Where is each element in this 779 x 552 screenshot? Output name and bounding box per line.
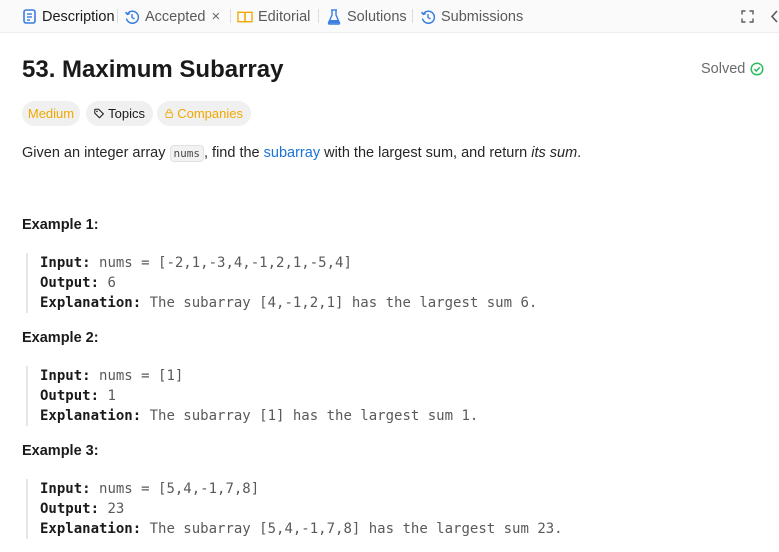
companies-button[interactable]: Companies [157, 101, 251, 126]
example-2-title: Example 2: [22, 330, 99, 346]
explanation-label: Explanation: [40, 295, 142, 311]
example-3-output: 23 [107, 501, 125, 517]
tab-divider [412, 9, 413, 23]
example-1-title: Example 1: [22, 217, 99, 233]
chevron-left-icon[interactable] [770, 0, 779, 33]
solved-status: Solved [701, 61, 764, 77]
example-1-block: Input: nums = [-2,1,-3,4,-1,2,1,-5,4] Ou… [26, 253, 766, 313]
problem-title: 53. Maximum Subarray [22, 56, 284, 83]
solved-label: Solved [701, 61, 746, 77]
output-label: Output: [40, 501, 100, 517]
tab-submissions-label: Submissions [441, 8, 524, 25]
example-2-output: 1 [107, 388, 116, 404]
tab-submissions[interactable]: Submissions [420, 0, 523, 33]
history-icon [124, 9, 140, 25]
example-2-input: nums = [1] [99, 368, 184, 384]
description-icon [21, 9, 37, 25]
lock-icon [165, 109, 173, 118]
description-text: . [577, 145, 582, 161]
expand-icon[interactable] [741, 0, 754, 33]
output-label: Output: [40, 275, 100, 291]
example-3-input: nums = [5,4,-1,7,8] [99, 481, 260, 497]
tab-accepted[interactable]: Accepted × [124, 0, 220, 33]
problem-description: Given an integer array nums, find the su… [22, 143, 581, 164]
output-label: Output: [40, 388, 100, 404]
tag-icon [94, 108, 105, 119]
example-3-title: Example 3: [22, 443, 99, 459]
tab-description[interactable]: Description [21, 0, 115, 33]
tab-solutions[interactable]: Solutions [326, 0, 407, 33]
check-circle-icon [750, 62, 764, 76]
input-label: Input: [40, 481, 91, 497]
description-emphasis: its sum [531, 145, 578, 161]
flask-icon [326, 8, 342, 25]
example-1-output: 6 [107, 275, 116, 291]
example-3-explanation: The subarray [5,4,-1,7,8] has the larges… [149, 521, 563, 537]
tab-accepted-label: Accepted [145, 8, 206, 25]
example-1-input: nums = [-2,1,-3,4,-1,2,1,-5,4] [99, 255, 352, 271]
tab-divider [230, 9, 231, 23]
tab-editorial[interactable]: Editorial [237, 0, 310, 33]
tab-description-label: Description [42, 8, 115, 25]
difficulty-badge: Medium [22, 101, 80, 126]
tab-editorial-label: Editorial [258, 8, 311, 25]
example-1-explanation: The subarray [4,-1,2,1] has the largest … [149, 295, 538, 311]
history-icon [420, 9, 436, 25]
example-3-block: Input: nums = [5,4,-1,7,8] Output: 23 Ex… [26, 479, 766, 539]
explanation-label: Explanation: [40, 408, 142, 424]
description-text: , find the [204, 145, 264, 161]
tab-solutions-label: Solutions [347, 8, 407, 25]
topics-label: Topics [108, 106, 145, 121]
topics-button[interactable]: Topics [86, 101, 153, 126]
tab-bar: Description Accepted × Editorial Solutio… [0, 0, 779, 33]
description-text: Given an integer array [22, 145, 170, 161]
tab-divider [318, 9, 319, 23]
example-2-explanation: The subarray [1] has the largest sum 1. [149, 408, 479, 424]
close-icon[interactable]: × [211, 8, 220, 25]
tab-divider [117, 9, 118, 23]
explanation-label: Explanation: [40, 521, 142, 537]
input-label: Input: [40, 368, 91, 384]
book-icon [237, 9, 253, 25]
companies-label: Companies [177, 106, 243, 121]
subarray-link[interactable]: subarray [264, 145, 320, 161]
input-label: Input: [40, 255, 91, 271]
difficulty-label: Medium [27, 106, 75, 121]
inline-code-nums: nums [169, 145, 204, 162]
description-text: with the largest sum, and return [320, 145, 532, 161]
example-2-block: Input: nums = [1] Output: 1 Explanation:… [26, 366, 766, 426]
